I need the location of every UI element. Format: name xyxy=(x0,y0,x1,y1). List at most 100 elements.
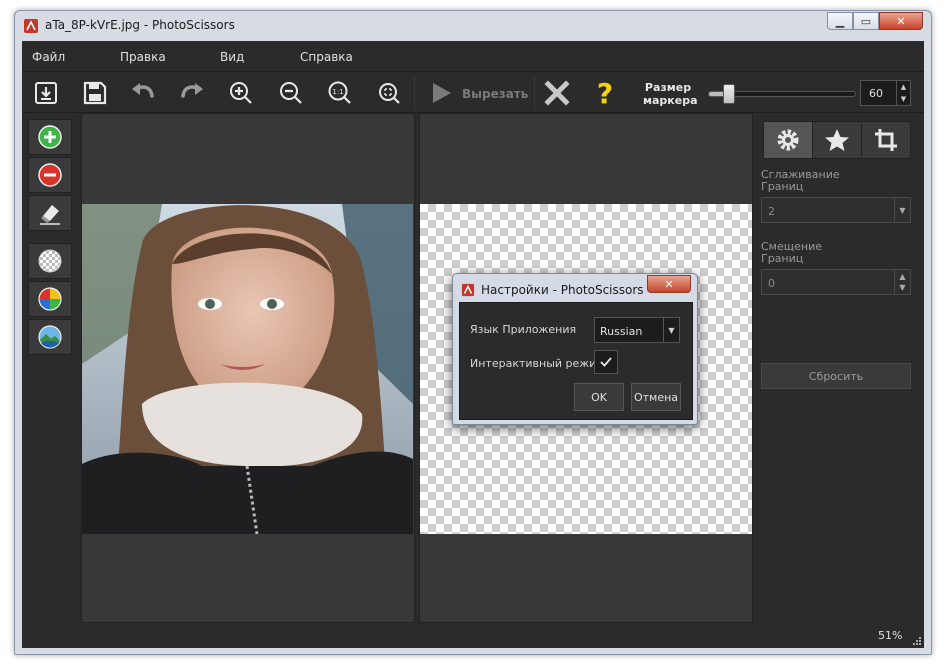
spin-arrows[interactable]: ▲ ▼ xyxy=(896,81,910,105)
redo-icon xyxy=(181,83,203,98)
marker-size-label: Размер маркера xyxy=(643,81,698,107)
chevron-up-icon[interactable]: ▲ xyxy=(899,271,905,282)
add-marker-button[interactable] xyxy=(28,119,72,155)
zoom-out-icon xyxy=(280,82,302,104)
chevron-down-icon[interactable]: ▼ xyxy=(899,282,905,293)
language-value[interactable]: Russian xyxy=(600,325,642,338)
play-icon xyxy=(433,83,451,103)
menu-file[interactable]: Файл xyxy=(32,50,65,64)
svg-text:1:1: 1:1 xyxy=(332,88,343,96)
eraser-button[interactable] xyxy=(28,195,72,231)
offset-label: Смещение Границ xyxy=(761,240,822,265)
chevron-up-icon[interactable]: ▲ xyxy=(897,81,910,93)
source-photo xyxy=(82,204,413,534)
zoom-actual-icon: 1:1 xyxy=(328,81,351,104)
gear-icon xyxy=(777,129,799,151)
menu-view[interactable]: Вид xyxy=(220,50,244,64)
star-icon xyxy=(825,129,849,151)
marker-size-spinbox[interactable]: 60 ▲ ▼ xyxy=(860,80,911,106)
zoom-fit-button[interactable] xyxy=(374,79,404,107)
zoom-in-button[interactable] xyxy=(226,79,256,107)
offset-value[interactable]: 0 xyxy=(768,277,775,290)
left-toolbar xyxy=(26,117,74,645)
tab-settings[interactable] xyxy=(763,121,813,159)
smoothing-value[interactable]: 2 xyxy=(768,205,775,218)
tab-crop[interactable] xyxy=(861,121,911,159)
close-icon: ✕ xyxy=(896,14,906,28)
toolbar-separator xyxy=(534,76,535,110)
zoom-level: 51% xyxy=(878,629,903,642)
image-bg-icon xyxy=(38,325,62,349)
zoom-in-icon xyxy=(230,82,252,104)
source-image-panel[interactable] xyxy=(81,113,415,623)
toolbar: 1:1 Вырезать ? Размер маркера 60 ▲ ▼ xyxy=(22,71,924,113)
minimize-button[interactable]: ▁ xyxy=(827,12,853,30)
settings-panel: Сглаживание Границ 2 ▼ Смещение Границ 0… xyxy=(755,117,923,645)
dialog-title: Настройки - PhotoScissors xyxy=(481,283,644,297)
app-icon xyxy=(461,283,475,297)
help-icon: ? xyxy=(597,79,613,107)
maximize-icon: ▭ xyxy=(860,14,872,28)
close-icon: ✕ xyxy=(664,277,674,291)
transparent-bg-button[interactable] xyxy=(28,243,72,279)
remove-marker-button[interactable] xyxy=(28,157,72,193)
svg-text:?: ? xyxy=(597,79,613,107)
chevron-down-icon[interactable]: ▼ xyxy=(897,93,910,105)
language-select[interactable]: Russian ▼ xyxy=(594,317,680,343)
cancel-button[interactable]: Отмена xyxy=(631,383,681,411)
menu-edit[interactable]: Правка xyxy=(120,50,166,64)
crop-icon xyxy=(875,129,897,151)
settings-dialog: Настройки - PhotoScissors ✕ Язык Приложе… xyxy=(452,273,698,425)
minimize-icon: ▁ xyxy=(835,14,845,28)
undo-icon xyxy=(132,83,154,98)
transparent-bg-icon xyxy=(38,249,62,273)
smoothing-label: Сглаживание Границ xyxy=(761,168,840,193)
window-title: aTa_8P-kVrE.jpg - PhotoScissors xyxy=(45,18,235,32)
smoothing-select[interactable]: 2 ▼ xyxy=(761,197,911,223)
save-button[interactable] xyxy=(80,79,110,107)
save-icon xyxy=(83,81,107,105)
menu-bar: Файл Правка Вид Справка xyxy=(22,41,924,71)
slider-thumb[interactable] xyxy=(722,84,735,104)
offset-spinbox[interactable]: 0 ▲ ▼ xyxy=(761,269,911,295)
zoom-out-button[interactable] xyxy=(276,79,306,107)
maximize-button[interactable]: ▭ xyxy=(853,12,879,30)
delete-button[interactable] xyxy=(542,79,572,107)
reset-button[interactable]: Сбросить xyxy=(761,363,911,389)
app-icon xyxy=(24,19,38,33)
checkmark-icon xyxy=(600,357,612,367)
interactive-mode-checkbox[interactable] xyxy=(594,350,618,374)
help-button[interactable]: ? xyxy=(590,79,620,107)
language-label: Язык Приложения xyxy=(470,323,577,336)
tab-effects[interactable] xyxy=(812,121,862,159)
remove-marker-icon xyxy=(38,163,62,187)
toolbar-separator xyxy=(414,76,415,110)
open-button[interactable] xyxy=(31,79,61,107)
resize-grip-icon[interactable] xyxy=(911,635,921,645)
marker-size-value[interactable]: 60 xyxy=(869,87,883,100)
menu-help[interactable]: Справка xyxy=(300,50,353,64)
dialog-close-button[interactable]: ✕ xyxy=(647,275,691,293)
zoom-actual-button[interactable]: 1:1 xyxy=(325,79,355,107)
zoom-fit-icon xyxy=(379,83,400,104)
open-icon xyxy=(35,82,57,104)
chevron-down-icon[interactable]: ▼ xyxy=(663,318,679,342)
color-bg-button[interactable] xyxy=(28,281,72,317)
add-marker-icon xyxy=(38,125,62,149)
chevron-down-icon[interactable]: ▼ xyxy=(894,198,910,222)
image-bg-button[interactable] xyxy=(28,319,72,355)
redo-button[interactable] xyxy=(177,79,207,107)
cut-label[interactable]: Вырезать xyxy=(462,87,528,101)
close-button[interactable]: ✕ xyxy=(879,12,923,30)
color-bg-icon xyxy=(38,287,62,311)
eraser-icon xyxy=(40,205,60,225)
cut-button[interactable] xyxy=(426,79,456,107)
delete-icon xyxy=(544,80,570,106)
undo-button[interactable] xyxy=(128,79,158,107)
interactive-mode-label: Интерактивный режим xyxy=(470,357,605,370)
title-bar[interactable]: aTa_8P-kVrE.jpg - PhotoScissors ▁ ▭ ✕ xyxy=(15,11,931,41)
ok-button[interactable]: OK xyxy=(574,383,624,411)
window-controls: ▁ ▭ ✕ xyxy=(827,12,923,30)
spin-arrows[interactable]: ▲ ▼ xyxy=(894,270,910,294)
dialog-body: Язык Приложения Russian ▼ Интерактивный … xyxy=(459,302,693,420)
